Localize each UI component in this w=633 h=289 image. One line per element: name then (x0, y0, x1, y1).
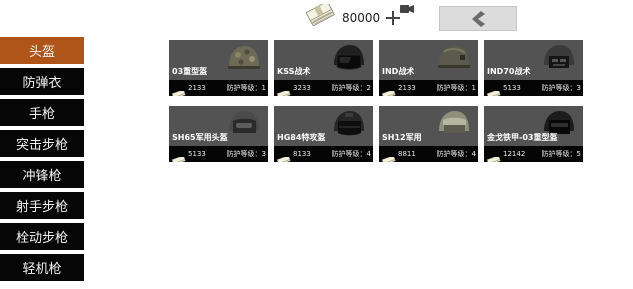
item-footer: 12142 防护等级：5 (484, 146, 583, 162)
item-price: 5133 (188, 150, 206, 158)
item-price: 5133 (503, 84, 521, 92)
category-label: 头盔 (28, 45, 55, 60)
category-helmet[interactable]: 头盔 (0, 37, 84, 64)
back-button[interactable] (439, 6, 517, 31)
top-bar: 80000 (0, 0, 633, 34)
protection-level: 防护等级：1 (436, 84, 476, 92)
item-price: 8133 (293, 150, 311, 158)
add-money-button[interactable] (384, 2, 416, 30)
category-label: 防弹衣 (22, 76, 62, 91)
item-card[interactable]: SH65军用头盔 5133 防护等级：3 (169, 106, 268, 162)
category-label: 冲锋枪 (22, 169, 62, 184)
item-name: IND70战术 (487, 67, 531, 76)
item-card[interactable]: KSS战术 3233 防护等级：2 (274, 40, 373, 96)
item-card[interactable]: 金戈铁甲-03重型盔 12142 防护等级：5 (484, 106, 583, 162)
item-name: KSS战术 (277, 67, 311, 76)
item-footer: 3233 防护等级：2 (274, 80, 373, 96)
item-footer: 5133 防护等级：3 (484, 80, 583, 96)
category-label: 射手步枪 (15, 200, 68, 215)
item-price: 3233 (293, 84, 311, 92)
item-name: SH12军用 (382, 133, 422, 142)
item-price: 2133 (398, 84, 416, 92)
plus-video-icon (384, 5, 416, 34)
category-label: 手枪 (28, 107, 55, 122)
category-sidebar: 头盔 防弹衣 手枪 突击步枪 冲锋枪 射手步枪 栓动步枪 轻机枪 (0, 37, 84, 285)
protection-level: 防护等级：1 (226, 84, 266, 92)
category-label: 突击步枪 (15, 138, 68, 153)
money-amount: 80000 (342, 11, 381, 25)
cash-icon (276, 84, 291, 96)
category-label: 轻机枪 (22, 262, 62, 277)
category-bolt-action-rifle[interactable]: 栓动步枪 (0, 223, 84, 250)
item-footer: 8133 防护等级：4 (274, 146, 373, 162)
cash-icon (276, 150, 291, 162)
cash-icon (381, 84, 396, 96)
item-price: 2133 (188, 84, 206, 92)
item-card[interactable]: IND70战术 5133 防护等级：3 (484, 40, 583, 96)
category-assault-rifle[interactable]: 突击步枪 (0, 130, 84, 157)
item-name: SH65军用头盔 (172, 133, 228, 142)
cash-icon (171, 84, 186, 96)
item-footer: 2133 防护等级：1 (169, 80, 268, 96)
item-card[interactable]: IND战术 2133 防护等级：1 (379, 40, 478, 96)
item-name: 金戈铁甲-03重型盔 (487, 133, 558, 142)
category-label: 栓动步枪 (15, 231, 68, 246)
category-marksman-rifle[interactable]: 射手步枪 (0, 192, 84, 219)
cash-icon (171, 150, 186, 162)
protection-level: 防护等级：2 (331, 84, 371, 92)
category-smg[interactable]: 冲锋枪 (0, 161, 84, 188)
cash-icon (381, 150, 396, 162)
cash-icon (486, 84, 501, 96)
item-card[interactable]: HG84特攻盔 8133 防护等级：4 (274, 106, 373, 162)
cash-stack-icon (305, 0, 337, 27)
item-price: 12142 (503, 150, 526, 158)
protection-level: 防护等级：4 (331, 150, 371, 158)
protection-level: 防护等级：5 (541, 150, 581, 158)
cash-icon (486, 150, 501, 162)
protection-level: 防护等级：3 (541, 84, 581, 92)
item-name: IND战术 (382, 67, 415, 76)
item-card[interactable]: 03重型盔 2133 防护等级：1 (169, 40, 268, 96)
category-lmg[interactable]: 轻机枪 (0, 254, 84, 281)
category-pistol[interactable]: 手枪 (0, 99, 84, 126)
item-price: 8811 (398, 150, 416, 158)
protection-level: 防护等级：3 (226, 150, 266, 158)
item-footer: 2133 防护等级：1 (379, 80, 478, 96)
item-footer: 5133 防护等级：3 (169, 146, 268, 162)
item-footer: 8811 防护等级：4 (379, 146, 478, 162)
item-name: 03重型盔 (172, 67, 208, 76)
category-body-armor[interactable]: 防弹衣 (0, 68, 84, 95)
protection-level: 防护等级：4 (436, 150, 476, 158)
item-name: HG84特攻盔 (277, 133, 326, 142)
item-card[interactable]: SH12军用 8811 防护等级：4 (379, 106, 478, 162)
